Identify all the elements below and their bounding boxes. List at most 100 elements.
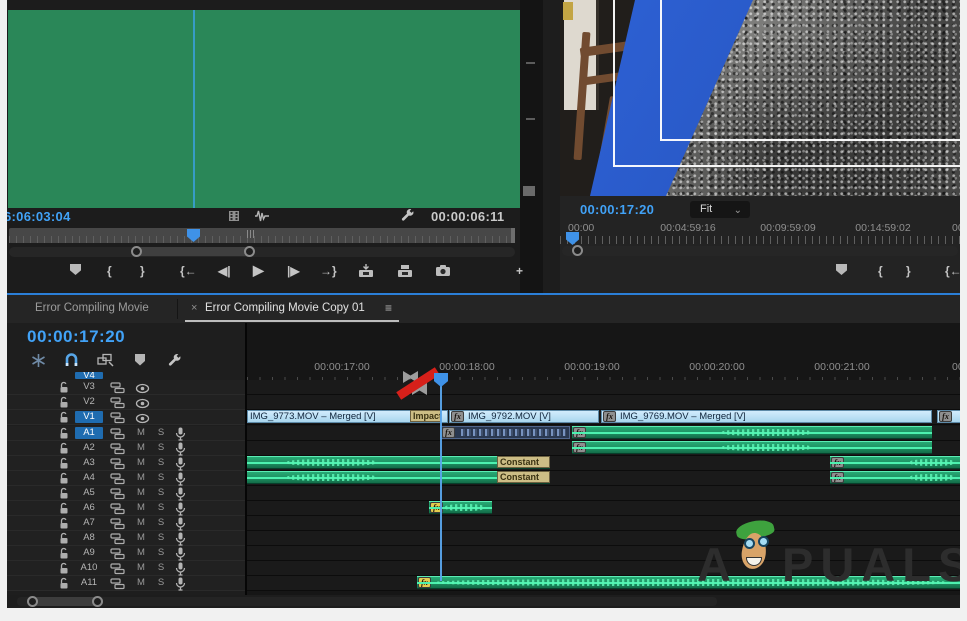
lock-icon[interactable] — [58, 396, 71, 408]
source-patch-icon[interactable] — [110, 457, 123, 469]
mark-in-button[interactable]: { — [878, 264, 883, 278]
source-patch-icon[interactable] — [110, 577, 123, 589]
audio-waveform-icon[interactable] — [254, 209, 270, 228]
tab-close-icon[interactable]: × — [191, 302, 197, 314]
source-patch-icon[interactable] — [110, 442, 123, 454]
lock-icon[interactable] — [58, 487, 71, 499]
play-button[interactable]: ▶ — [253, 262, 264, 279]
mic-record-icon[interactable] — [175, 562, 188, 574]
mic-record-icon[interactable] — [175, 532, 188, 544]
film-strip-icon[interactable] — [227, 209, 241, 228]
lock-icon[interactable] — [58, 411, 71, 423]
mic-record-icon[interactable] — [175, 517, 188, 529]
mute-button[interactable]: M — [135, 457, 147, 469]
settings-wrench-icon[interactable] — [167, 353, 185, 369]
track-target-a6[interactable]: A6 — [75, 502, 103, 514]
zoom-level-select[interactable]: Fit ⌄ — [690, 201, 750, 218]
transition-constant[interactable]: Constant — [497, 456, 550, 468]
step-forward-button[interactable]: |▶ — [287, 264, 300, 278]
lock-icon[interactable] — [58, 517, 71, 529]
track-target-a3[interactable]: A3 — [75, 457, 103, 469]
source-patch-icon[interactable] — [110, 502, 123, 514]
toggle-track-output-eye-icon[interactable] — [135, 411, 148, 423]
mute-button[interactable]: M — [135, 547, 147, 559]
lock-icon[interactable] — [58, 427, 71, 439]
panel-menu-icon[interactable]: ≡ — [385, 301, 393, 315]
solo-button[interactable]: S — [155, 577, 167, 589]
mute-button[interactable]: M — [135, 562, 147, 574]
timeline-current-timecode[interactable]: 00:00:17:20 — [27, 327, 125, 347]
add-marker-button[interactable] — [70, 264, 81, 275]
track-target-v1[interactable]: V1 — [75, 411, 103, 423]
lock-icon[interactable] — [58, 472, 71, 484]
zoom-handle-right[interactable] — [92, 596, 103, 607]
zoom-handle-left[interactable] — [131, 246, 142, 257]
solo-button[interactable]: S — [155, 562, 167, 574]
lock-icon[interactable] — [58, 457, 71, 469]
source-patch-icon[interactable] — [110, 381, 123, 393]
go-to-in-button[interactable]: {← — [180, 264, 197, 278]
track-lane-a6[interactable] — [247, 501, 960, 516]
solo-button[interactable]: S — [155, 547, 167, 559]
timeline-content[interactable]: 00:00:17:0000:00:18:0000:00:19:0000:00:2… — [245, 323, 960, 595]
go-to-in-button[interactable]: {← — [945, 264, 960, 278]
mute-button[interactable]: M — [135, 442, 147, 454]
track-target-v3[interactable]: V3 — [75, 381, 103, 393]
track-target-a8[interactable]: A8 — [75, 532, 103, 544]
transition-impact[interactable]: Impact — [410, 410, 441, 422]
program-ruler[interactable]: 00:0000:04:59:1600:09:59:0900:14:59:0200… — [560, 222, 960, 244]
ruler-end-handle[interactable] — [511, 228, 515, 243]
clip-a4[interactable]: fx — [830, 471, 960, 484]
zoom-handle-left[interactable] — [572, 245, 583, 256]
mic-record-icon[interactable] — [175, 472, 188, 484]
clip-a3[interactable]: fx — [830, 456, 960, 469]
source-ruler[interactable] — [9, 228, 515, 243]
track-target-a9[interactable]: A9 — [75, 547, 103, 559]
clip-v1[interactable]: fxIMG_9792.MOV [V] — [449, 410, 599, 423]
mute-button[interactable]: M — [135, 472, 147, 484]
lock-icon[interactable] — [58, 442, 71, 454]
mark-out-button[interactable]: } — [906, 264, 911, 278]
button-editor-plus[interactable]: + — [516, 264, 523, 278]
track-target-a10[interactable]: A10 — [75, 562, 103, 574]
track-target-v2[interactable]: V2 — [75, 396, 103, 408]
track-lane-a5[interactable] — [247, 486, 960, 501]
solo-button[interactable]: S — [155, 502, 167, 514]
toggle-track-output-eye-icon[interactable] — [135, 381, 148, 393]
lock-icon[interactable] — [58, 562, 71, 574]
fx-badge[interactable]: fx — [451, 411, 464, 422]
mic-record-icon[interactable] — [175, 577, 188, 589]
linked-selection-icon[interactable] — [97, 353, 115, 369]
settings-wrench-icon[interactable] — [400, 208, 415, 228]
add-marker-icon[interactable] — [134, 353, 152, 369]
source-patch-icon[interactable] — [110, 411, 123, 423]
zoom-handle-right[interactable] — [244, 246, 255, 257]
mute-button[interactable]: M — [135, 427, 147, 439]
mic-record-icon[interactable] — [175, 547, 188, 559]
solo-button[interactable]: S — [155, 487, 167, 499]
mark-in-button[interactable]: { — [107, 264, 112, 278]
source-current-timecode[interactable]: 6:06:03:04 — [7, 209, 71, 224]
mic-record-icon[interactable] — [175, 487, 188, 499]
fx-badge[interactable]: fx — [603, 411, 616, 422]
nest-toggle-icon[interactable] — [31, 353, 49, 369]
lock-icon[interactable] — [58, 577, 71, 589]
source-patch-icon[interactable] — [110, 472, 123, 484]
mute-button[interactable]: M — [135, 487, 147, 499]
mic-record-icon[interactable] — [175, 442, 188, 454]
mute-button[interactable]: M — [135, 577, 147, 589]
track-target-a1[interactable]: A1 — [75, 427, 103, 439]
panel-scroll-strip[interactable] — [520, 0, 543, 293]
track-target-a11[interactable]: A11 — [75, 577, 103, 589]
source-patch-icon[interactable] — [110, 487, 123, 499]
clip-a1[interactable]: fx — [572, 426, 932, 439]
mute-button[interactable]: M — [135, 532, 147, 544]
clip-a2[interactable]: fx — [572, 441, 932, 454]
track-target-a2[interactable]: A2 — [75, 442, 103, 454]
lock-icon[interactable] — [58, 532, 71, 544]
source-duration-timecode[interactable]: 00:00:06:11 — [431, 209, 504, 224]
mark-out-button[interactable]: } — [140, 264, 145, 278]
solo-button[interactable]: S — [155, 472, 167, 484]
source-patch-icon[interactable] — [110, 427, 123, 439]
clip-v1[interactable]: fxIMG_9769.MOV – Merged [V] — [601, 410, 932, 423]
